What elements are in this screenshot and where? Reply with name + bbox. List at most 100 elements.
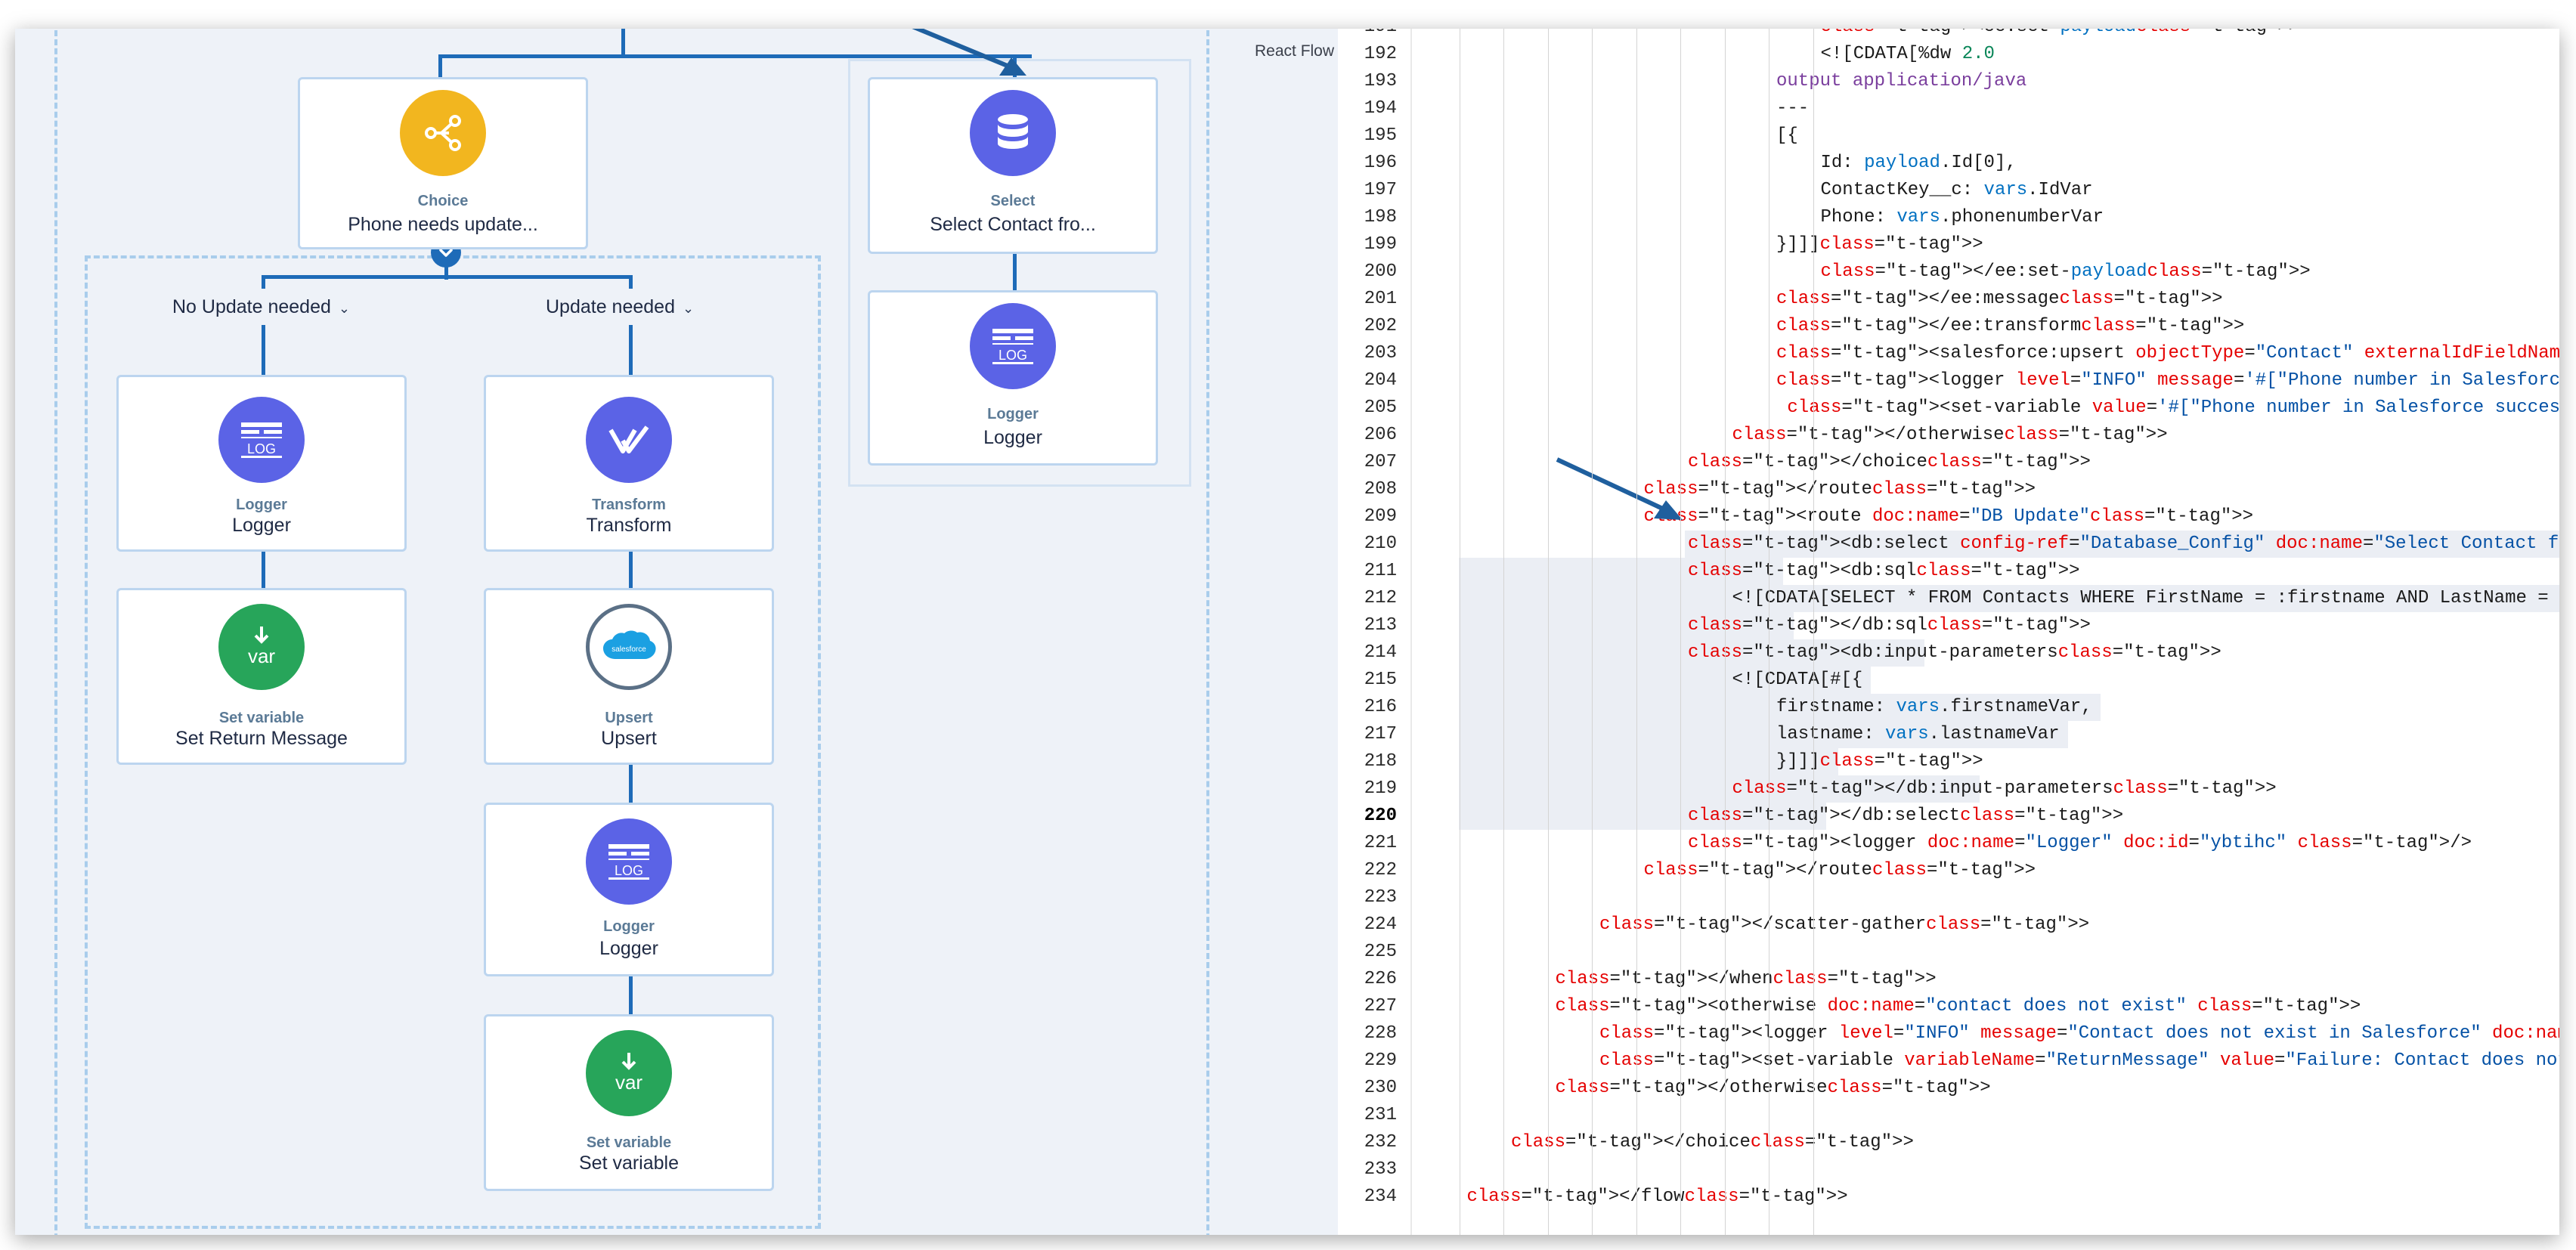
svg-text:LOG: LOG xyxy=(999,348,1027,363)
line-number: 192 xyxy=(1364,44,1397,64)
code-line[interactable]: 211 class="t-tag"><db:sqlclass="t-tag">> xyxy=(1338,558,2559,585)
node-label: Logger xyxy=(983,427,1042,448)
select-node[interactable]: Select Select Contact fro... xyxy=(868,77,1158,254)
var-icon: var xyxy=(218,604,305,690)
indent-guide xyxy=(1680,29,1681,1235)
code-line[interactable]: 224 class="t-tag"></scatter-gatherclass="… xyxy=(1338,911,2559,939)
line-text: lastname: vars.lastnameVar xyxy=(1776,724,2060,744)
code-line[interactable]: 208 class="t-tag"></routeclass="t-tag">> xyxy=(1338,476,2559,503)
code-line[interactable]: 196 Id: payload.Id[0], xyxy=(1338,150,2559,177)
code-line[interactable]: 192 <![CDATA[%dw 2.0 xyxy=(1338,41,2559,68)
code-line[interactable]: 233 xyxy=(1338,1156,2559,1183)
flow-canvas[interactable]: Choice Phone needs update... Select Sele… xyxy=(15,29,1338,1235)
line-text: class="t-tag"></otherwiseclass="t-tag">> xyxy=(1555,1078,1991,1098)
code-line[interactable]: 228 class="t-tag"><logger level="INFO" me… xyxy=(1338,1020,2559,1047)
logger-node[interactable]: LOG Logger Logger xyxy=(484,803,774,976)
code-line[interactable]: 218}]]]class="t-tag">> xyxy=(1338,748,2559,775)
code-line[interactable]: 212 <![CDATA[SELECT * FROM Contacts WHERE… xyxy=(1338,585,2559,612)
connector xyxy=(262,552,265,588)
code-line[interactable]: 202 class="t-tag"></ee:transformclass="t-… xyxy=(1338,313,2559,340)
line-text: class="t-tag"></db:input-parametersclass… xyxy=(1732,778,2277,799)
logger-node[interactable]: LOG Logger Logger xyxy=(116,375,407,552)
connector xyxy=(621,29,625,56)
logger-node[interactable]: LOG Logger Logger xyxy=(868,290,1158,466)
svg-text:var: var xyxy=(615,1071,642,1094)
upsert-node[interactable]: salesforce Upsert Upsert xyxy=(484,588,774,765)
line-text: class="t-tag"></routeclass="t-tag">> xyxy=(1643,860,2036,880)
line-text: firstname: vars.firstnameVar, xyxy=(1776,697,2092,717)
code-line[interactable]: 217 lastname: vars.lastnameVar xyxy=(1338,721,2559,748)
code-line[interactable]: 201 class="t-tag"></ee:messageclass="t-ta… xyxy=(1338,286,2559,313)
code-line[interactable]: 209 class="t-tag"><route doc:name="DB Upd… xyxy=(1338,503,2559,531)
line-text: class="t-tag"><route doc:name="DB Update… xyxy=(1644,506,2254,527)
connector xyxy=(262,275,632,279)
line-text: class="t-tag"></choiceclass="t-tag">> xyxy=(1511,1132,1914,1153)
code-line[interactable]: 223 xyxy=(1338,884,2559,911)
code-line[interactable]: 229 class="t-tag"><set-variable variableN… xyxy=(1338,1047,2559,1075)
code-line[interactable]: 225 xyxy=(1338,939,2559,966)
code-line[interactable]: 210 class="t-tag"><db:select config-ref="… xyxy=(1338,531,2559,558)
salesforce-icon: salesforce xyxy=(586,604,672,690)
code-line[interactable]: 222 class="t-tag"></routeclass="t-tag">> xyxy=(1338,857,2559,884)
line-text: class="t-tag"></whenclass="t-tag">> xyxy=(1555,969,1937,989)
line-number: 208 xyxy=(1364,479,1397,500)
code-line[interactable]: 227 class="t-tag"><otherwise doc:name="co… xyxy=(1338,993,2559,1020)
line-text: class="t-tag"><logger doc:name="Logger" … xyxy=(1688,833,2472,853)
code-line[interactable]: 197 ContactKey__c: vars.IdVar xyxy=(1338,177,2559,204)
line-number: 199 xyxy=(1364,234,1397,255)
code-line[interactable]: 191 class="t-tag"><ee:set-payloadclass="t… xyxy=(1338,29,2559,41)
code-line[interactable]: 207 class="t-tag"></choiceclass="t-tag">> xyxy=(1338,449,2559,476)
code-line[interactable]: 234 class="t-tag"></flowclass="t-tag">> xyxy=(1338,1183,2559,1211)
line-number: 206 xyxy=(1364,425,1397,445)
connector xyxy=(629,976,633,1014)
code-line[interactable]: 214 class="t-tag"><db:input-parameterscla… xyxy=(1338,639,2559,667)
choice-node[interactable]: Choice Phone needs update... xyxy=(298,77,588,249)
code-line[interactable]: 195 [{ xyxy=(1338,122,2559,150)
code-line[interactable]: 206 class="t-tag"></otherwiseclass="t-tag… xyxy=(1338,422,2559,449)
transform-node[interactable]: Transform Transform xyxy=(484,375,774,552)
branch-label-no-update[interactable]: No Update needed ⌄ xyxy=(172,296,350,318)
code-line[interactable]: 231 xyxy=(1338,1102,2559,1129)
code-line[interactable]: 221 class="t-tag"><logger doc:name="Logge… xyxy=(1338,830,2559,857)
line-text: [{ xyxy=(1776,125,1798,146)
line-number: 214 xyxy=(1364,642,1397,663)
code-line[interactable]: 215 <![CDATA[#[{ xyxy=(1338,667,2559,694)
line-text: }]]]class="t-tag">> xyxy=(1776,751,1983,772)
line-number: 216 xyxy=(1364,697,1397,717)
indent-guide xyxy=(1636,29,1637,1235)
code-line[interactable]: 203 class="t-tag"><salesforce:upsert obje… xyxy=(1338,340,2559,367)
gutter-separator xyxy=(1410,29,1412,1235)
code-line[interactable]: 198 Phone: vars.phonenumberVar xyxy=(1338,204,2559,231)
line-text: Id: payload.Id[0], xyxy=(1820,153,2017,173)
code-editor[interactable]: 191 class="t-tag"><ee:set-payloadclass="t… xyxy=(1338,29,2559,1235)
code-line[interactable]: 232 class="t-tag"></choiceclass="t-tag">> xyxy=(1338,1129,2559,1156)
chevron-down-icon: ⌄ xyxy=(338,301,350,316)
line-number: 202 xyxy=(1364,316,1397,336)
line-number: 209 xyxy=(1364,506,1397,527)
code-line[interactable]: 226 class="t-tag"></whenclass="t-tag">> xyxy=(1338,966,2559,993)
line-text: class="t-tag"></ee:set-payloadclass="t-t… xyxy=(1820,261,2311,282)
node-label: Upsert xyxy=(601,728,657,749)
set-variable-node[interactable]: var Set variable Set variable xyxy=(484,1014,774,1191)
line-number: 219 xyxy=(1364,778,1397,799)
code-line[interactable]: 205 class="t-tag"><set-variable value='#… xyxy=(1338,394,2559,422)
branch-label-update[interactable]: Update needed ⌄ xyxy=(546,296,694,318)
node-label: Transform xyxy=(586,515,672,536)
code-line[interactable]: 220 class="t-tag"></db:selectclass="t-tag… xyxy=(1338,803,2559,830)
code-line[interactable]: 213 class="t-tag"></db:sqlclass="t-tag">> xyxy=(1338,612,2559,639)
code-line[interactable]: 216 firstname: vars.firstnameVar, xyxy=(1338,694,2559,721)
code-line[interactable]: 199}]]]class="t-tag">> xyxy=(1338,231,2559,258)
indent-guide xyxy=(1724,29,1726,1235)
set-variable-node[interactable]: var Set variable Set Return Message xyxy=(116,588,407,765)
code-line[interactable]: 193 output application/java xyxy=(1338,68,2559,95)
code-line[interactable]: 230 class="t-tag"></otherwiseclass="t-tag… xyxy=(1338,1075,2559,1102)
annotation-arrow xyxy=(1556,457,1683,520)
line-number: 205 xyxy=(1364,398,1397,418)
code-line[interactable]: 204 class="t-tag"><logger level="INFO" me… xyxy=(1338,367,2559,394)
line-text: class="t-tag"><set-variable value='#["Ph… xyxy=(1787,398,2559,418)
code-line[interactable]: 200 class="t-tag"></ee:set-payloadclass="… xyxy=(1338,258,2559,286)
line-number: 204 xyxy=(1364,370,1397,391)
code-line[interactable]: 219 class="t-tag"></db:input-parameterscl… xyxy=(1338,775,2559,803)
code-line[interactable]: 194 --- xyxy=(1338,95,2559,122)
react-flow-attribution[interactable]: React Flow xyxy=(1255,42,1334,60)
